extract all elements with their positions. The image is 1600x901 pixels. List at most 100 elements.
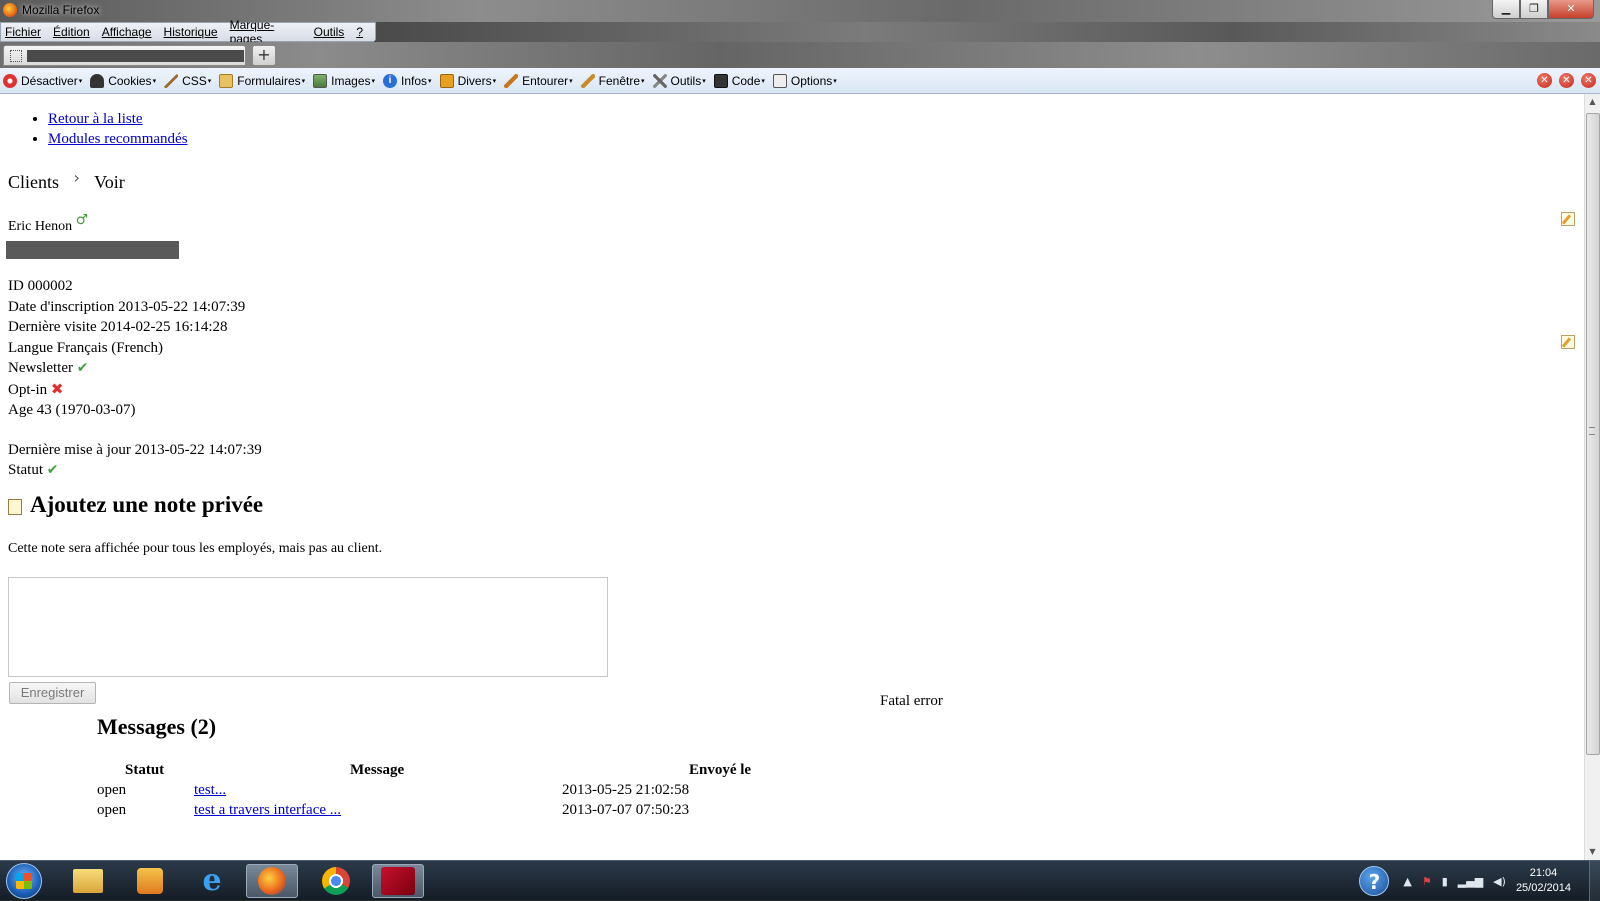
tab-strip: + [0,42,1600,68]
web-developer-toolbar: Désactiver ▾ Cookies ▾ CSS ▾ Formulaires ▾ I… [0,68,1600,94]
optin-cross-icon: ✖ [50,379,64,398]
volume-icon[interactable]: ◀) [1493,875,1506,888]
forms-icon [219,73,234,88]
nav-item-modules: Modules recommandés [48,129,188,149]
edit-customer-icon[interactable] [1561,212,1575,226]
column-header-status: Statut [125,762,165,778]
status-check-icon: ✔ [46,462,59,478]
detail-optin: Opt-in ✖ [8,379,64,398]
devbar-tools[interactable]: Outils ▾ [652,73,706,88]
scroll-down-icon[interactable]: ▼ [1585,844,1600,860]
detail-id: ID 000002 [8,278,73,294]
taskbar-ie[interactable]: e [186,864,238,898]
devbar-resize[interactable]: Fenêtre ▾ [580,73,645,88]
start-icon[interactable] [6,863,42,899]
minimize-button[interactable]: ▁ [1492,0,1520,19]
disable-icon [3,73,17,88]
tools-icon [652,73,667,88]
taskbar-app[interactable] [372,864,424,898]
column-header-message: Message [350,762,405,778]
detail-registration: Date d'inscription 2013-05-22 14:07:39 [8,298,246,315]
messages-heading: Messages (2) [97,714,217,739]
outline-icon [504,73,519,88]
images-icon [313,73,328,88]
power-icon[interactable]: ▮ [1442,875,1448,888]
menubar: Fichier Édition Affichage Historique Mar… [0,18,376,46]
firefox-icon [258,867,286,895]
devbar-images[interactable]: Images ▾ [313,73,375,88]
menu-file[interactable]: Fichier [5,25,41,39]
devbar-close-icon-1[interactable]: ✕ [1537,73,1552,88]
scroll-up-icon[interactable]: ▲ [1585,94,1600,110]
back-to-list-link[interactable]: Retour à la liste [48,111,143,127]
browser-tab[interactable] [3,45,246,66]
newsletter-check-icon: ✔ [76,360,89,376]
menu-view[interactable]: Affichage [102,25,152,39]
chrome-icon [322,867,350,895]
firefox-icon [3,3,17,17]
new-tab-button[interactable]: + [252,45,276,66]
menu-history[interactable]: Historique [164,25,218,39]
devbar-outline[interactable]: Entourer ▾ [504,73,573,88]
show-desktop-button[interactable] [1589,861,1600,901]
misc-icon [439,73,454,88]
detail-language: Langue Français (French) [8,339,163,356]
taskbar-firefox[interactable] [246,864,298,898]
row-1-message-link[interactable]: test... [194,782,226,799]
detail-last-update: Dernière mise à jour 2013-05-22 14:07:39 [8,441,262,458]
customer-name-row: Eric Henon ♂ [8,212,88,235]
tab-favicon [10,50,22,62]
private-note-description: Cette note sera affichée pour tous les e… [8,541,383,556]
system-clock[interactable]: 21:04 25/02/2014 [1516,866,1571,896]
vertical-scrollbar[interactable]: ▲ ▼ [1584,94,1600,860]
media-player-icon [137,868,163,894]
resize-icon [580,73,595,88]
windows-taskbar: e ? ▲ ⚑ ▮ ▂▄▆ ◀) 21:04 25/02/2014 [0,860,1600,901]
taskbar-explorer[interactable] [62,864,114,898]
css-icon [164,73,179,88]
devbar-forms[interactable]: Formulaires ▾ [219,73,305,88]
taskbar-chrome[interactable] [310,864,362,898]
detail-last-visit: Dernière visite 2014-02-25 16:14:28 [8,319,228,335]
recommended-modules-link[interactable]: Modules recommandés [48,131,188,147]
nav-links: Retour à la liste Modules recommandés [28,109,188,149]
devbar-close-icon-2[interactable]: ✕ [1559,73,1574,88]
row-1-status: open [97,782,127,798]
customer-details: ID 000002 Date d'inscription 2013-05-22 … [8,276,262,481]
note-icon [8,499,22,515]
explorer-icon [73,869,103,893]
menu-tools[interactable]: Outils [314,25,345,39]
row-2-message-link[interactable]: test a travers interface ... [194,802,341,819]
close-window-button[interactable]: ✕ [1548,0,1594,19]
edit-details-icon[interactable] [1561,335,1575,349]
devbar-disable[interactable]: Désactiver ▾ [3,73,82,88]
row-1-sent: 2013-05-25 21:02:58 [562,782,690,798]
devbar-css[interactable]: CSS ▾ [164,73,211,88]
devbar-options[interactable]: Options ▾ [772,73,837,88]
row-2-sent: 2013-07-07 07:50:23 [562,802,690,818]
detail-status: Statut ✔ [8,462,59,478]
customer-name: Eric Henon [8,219,73,234]
network-icon[interactable]: ▂▄▆ [1458,875,1483,888]
menu-edit[interactable]: Édition [53,25,90,39]
app-icon [381,867,415,895]
devbar-misc[interactable]: Divers ▾ [439,73,496,88]
show-hidden-icons-icon[interactable]: ▲ [1403,875,1411,888]
devbar-close-icon-3[interactable]: ✕ [1581,73,1596,88]
private-note-heading: Ajoutez une note privée [30,492,264,517]
breadcrumb-parent[interactable]: Clients [8,172,59,192]
save-note-button[interactable]: Enregistrer [9,682,96,704]
system-tray: ? ▲ ⚑ ▮ ▂▄▆ ◀) 21:04 25/02/2014 [1359,861,1600,901]
private-note-textarea[interactable] [8,577,608,677]
taskbar-media-player[interactable] [124,864,176,898]
action-center-flag-icon[interactable]: ⚑ [1422,875,1432,888]
menu-help[interactable]: ? [356,25,363,39]
devbar-info[interactable]: i Infos ▾ [383,73,432,88]
page-content: Retour à la liste Modules recommandés Cl… [0,94,1584,860]
breadcrumb-current: Voir [94,172,125,192]
help-icon[interactable]: ? [1359,866,1390,896]
devbar-cookies[interactable]: Cookies ▾ [90,73,156,88]
maximize-button[interactable]: ❐ [1520,0,1548,19]
scrollbar-grip-icon [1589,427,1595,435]
devbar-code[interactable]: Code ▾ [713,73,765,88]
